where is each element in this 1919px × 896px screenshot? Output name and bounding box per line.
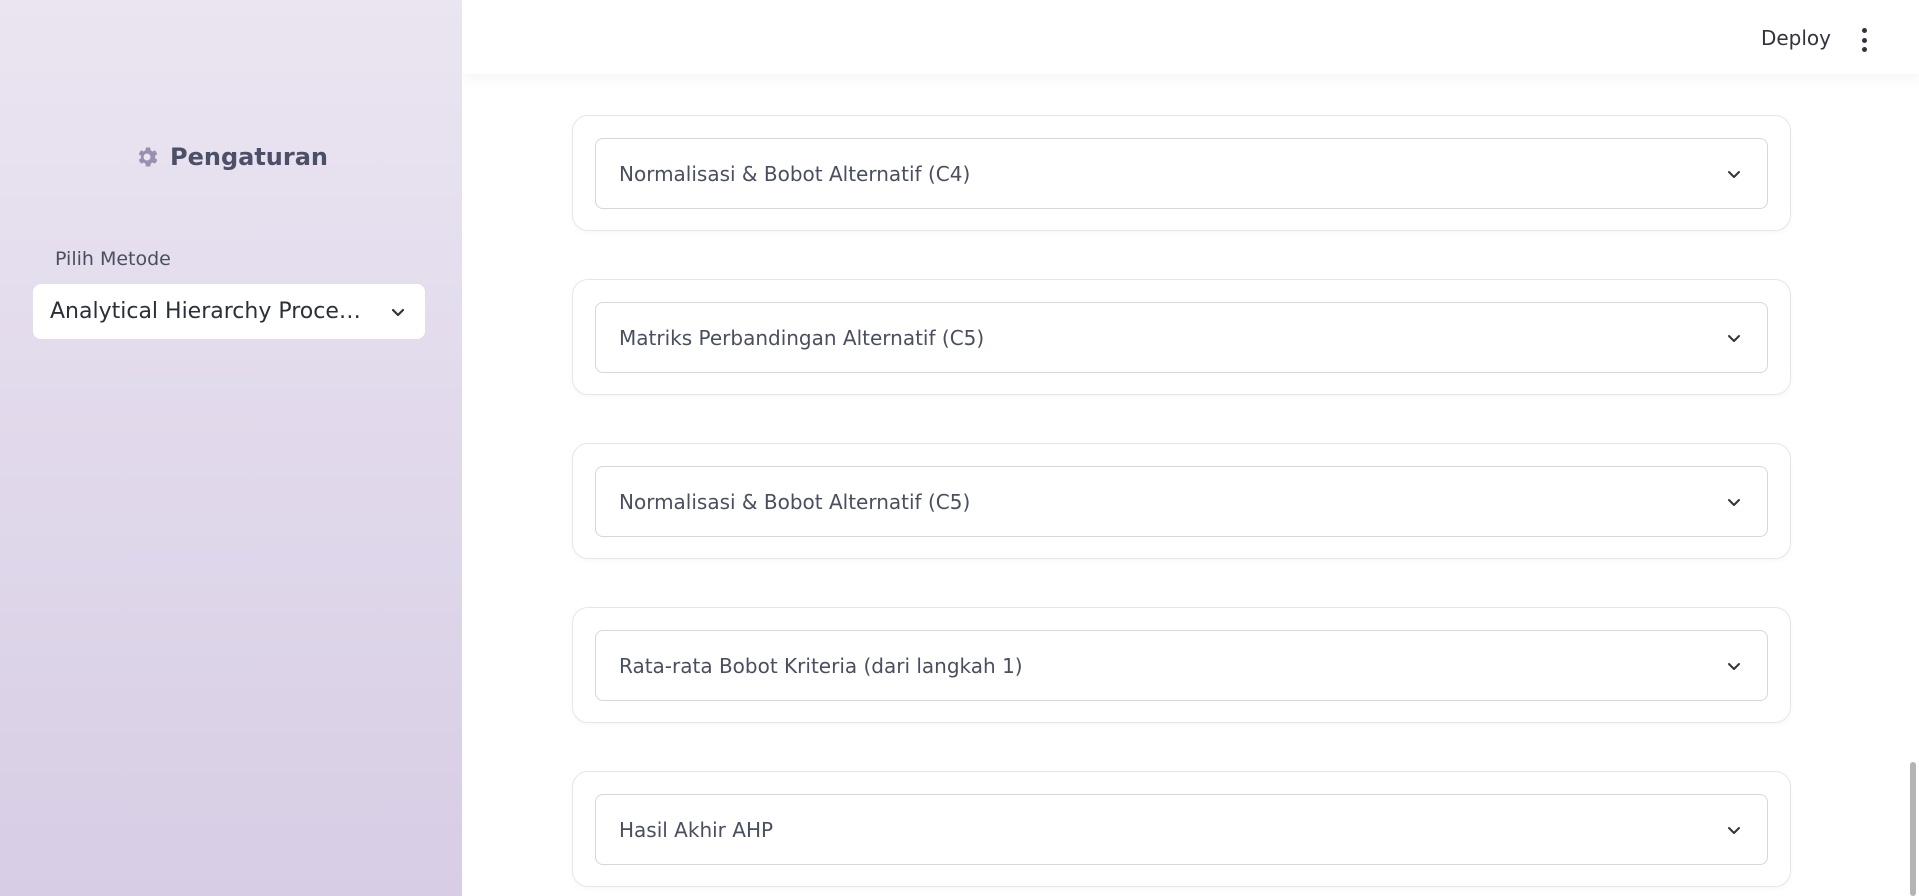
expander-matriks-c5[interactable]: Matriks Perbandingan Alternatif (C5) bbox=[595, 302, 1768, 373]
expander-hasil-akhir[interactable]: Hasil Akhir AHP bbox=[595, 794, 1768, 865]
expander-card: Hasil Akhir AHP bbox=[572, 771, 1791, 887]
scrollbar-thumb[interactable] bbox=[1910, 762, 1916, 896]
main-content: Deploy Normalisasi & Bobot Alternatif (C… bbox=[462, 0, 1919, 896]
expander-card: Matriks Perbandingan Alternatif (C5) bbox=[572, 279, 1791, 395]
expander-card: Normalisasi & Bobot Alternatif (C5) bbox=[572, 443, 1791, 559]
gear-icon bbox=[134, 144, 160, 170]
expander-normalisasi-c4[interactable]: Normalisasi & Bobot Alternatif (C4) bbox=[595, 138, 1768, 209]
sidebar-title: Pengaturan bbox=[169, 143, 328, 171]
kebab-menu-icon[interactable] bbox=[1857, 28, 1871, 52]
sidebar: Pengaturan Pilih Metode Analytical Hiera… bbox=[0, 0, 462, 896]
expander-label: Hasil Akhir AHP bbox=[619, 817, 774, 842]
expander-card: Rata-rata Bobot Kriteria (dari langkah 1… bbox=[572, 607, 1791, 723]
chevron-down-icon bbox=[1725, 329, 1743, 347]
chevron-down-icon bbox=[1725, 657, 1743, 675]
expander-normalisasi-c5[interactable]: Normalisasi & Bobot Alternatif (C5) bbox=[595, 466, 1768, 537]
expander-label: Rata-rata Bobot Kriteria (dari langkah 1… bbox=[619, 653, 1023, 678]
top-toolbar: Deploy bbox=[462, 0, 1919, 74]
sidebar-header: Pengaturan bbox=[0, 143, 462, 171]
expander-label: Normalisasi & Bobot Alternatif (C4) bbox=[619, 161, 971, 186]
chevron-down-icon bbox=[389, 303, 407, 321]
deploy-button[interactable]: Deploy bbox=[1761, 26, 1831, 50]
expander-card: Normalisasi & Bobot Alternatif (C4) bbox=[572, 115, 1791, 231]
expander-rata-rata-bobot[interactable]: Rata-rata Bobot Kriteria (dari langkah 1… bbox=[595, 630, 1768, 701]
chevron-down-icon bbox=[1725, 165, 1743, 183]
expander-label: Matriks Perbandingan Alternatif (C5) bbox=[619, 325, 985, 350]
chevron-down-icon bbox=[1725, 821, 1743, 839]
method-select-value: Analytical Hierarchy Process (AHP) bbox=[50, 299, 369, 324]
method-select-label: Pilih Metode bbox=[55, 248, 171, 270]
method-select[interactable]: Analytical Hierarchy Process (AHP) bbox=[33, 284, 425, 339]
expander-label: Normalisasi & Bobot Alternatif (C5) bbox=[619, 489, 971, 514]
chevron-down-icon bbox=[1725, 493, 1743, 511]
